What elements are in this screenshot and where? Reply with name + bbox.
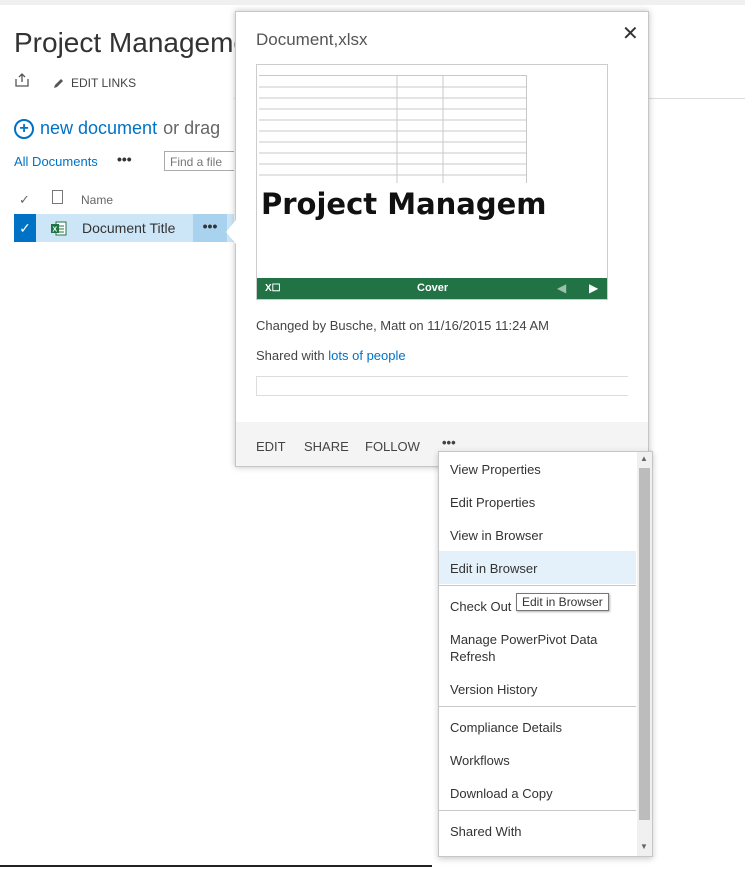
scrollbar-thumb[interactable] (639, 468, 650, 820)
menu-item-view-properties[interactable]: View Properties (439, 461, 636, 478)
menu-item-manage-powerpivot[interactable]: Manage PowerPivot Data Refresh (439, 631, 619, 665)
new-document-bar[interactable]: + new document or drag (14, 118, 220, 139)
svg-text:X: X (53, 227, 58, 234)
edit-links-button[interactable]: EDIT LINKS (52, 76, 136, 90)
pencil-icon (54, 78, 63, 88)
document-callout: Document,xlsx ✕ Project Managem X☐ Cover… (235, 11, 649, 467)
menu-separator (439, 585, 636, 586)
select-all-checkmark-icon[interactable]: ✓ (19, 192, 30, 208)
spreadsheet-grid (259, 75, 527, 183)
share-action[interactable]: SHARE (304, 439, 349, 454)
shared-with-link[interactable]: lots of people (328, 348, 405, 363)
scroll-down-icon[interactable]: ▼ (640, 842, 648, 851)
menu-item-shared-with[interactable]: Shared With (439, 823, 636, 840)
top-strip (0, 0, 745, 5)
follow-action[interactable]: FOLLOW (365, 439, 420, 454)
find-file-input[interactable]: Find a file (164, 151, 234, 171)
callout-title: Document,xlsx (256, 30, 368, 49)
menu-scrollbar[interactable]: ▲ ▼ (637, 452, 652, 856)
column-header-name[interactable]: Name (81, 193, 113, 207)
shared-with-prefix: Shared with (256, 348, 325, 363)
menu-item-version-history[interactable]: Version History (439, 681, 636, 698)
document-preview[interactable]: Project Managem X☐ Cover ◀ ▶ (256, 64, 608, 300)
context-menu: View Properties Edit Properties View in … (438, 451, 653, 857)
sheet-tab-bar: X☐ Cover ◀ ▶ (257, 278, 607, 299)
edit-action[interactable]: EDIT (256, 439, 286, 454)
next-sheet-icon[interactable]: ▶ (589, 281, 598, 295)
excel-file-icon: X (51, 221, 67, 236)
callout-pointer (226, 220, 236, 244)
bottom-border (0, 865, 432, 867)
menu-item-edit-in-browser[interactable]: Edit in Browser (439, 551, 636, 584)
new-document-link[interactable]: new document (40, 118, 157, 139)
previous-sheet-icon[interactable]: ◀ (557, 281, 566, 295)
menu-item-workflows[interactable]: Workflows (439, 752, 636, 769)
row-checkbox[interactable]: ✓ (14, 214, 36, 242)
plus-circle-icon: + (14, 118, 34, 139)
shared-with-text: Shared with lots of people (256, 348, 406, 363)
drag-hint: or drag (163, 118, 221, 138)
menu-item-edit-properties[interactable]: Edit Properties (439, 494, 636, 511)
table-row[interactable]: ✓ X Document Title ••• (14, 214, 234, 242)
close-icon[interactable]: ✕ (622, 21, 639, 46)
menu-item-compliance-details[interactable]: Compliance Details (439, 719, 636, 736)
preview-heading: Project Managem (261, 187, 547, 221)
menu-item-view-in-browser[interactable]: View in Browser (439, 527, 636, 544)
row-ellipsis-button[interactable]: ••• (193, 214, 227, 242)
view-all-documents[interactable]: All Documents (14, 154, 98, 169)
page-title: Project Manageme (14, 27, 250, 58)
scroll-up-icon[interactable]: ▲ (640, 454, 648, 463)
more-actions-button[interactable]: ••• (442, 435, 456, 450)
document-title-link[interactable]: Document Title (82, 220, 175, 236)
tooltip: Edit in Browser (516, 593, 609, 611)
menu-separator (439, 706, 636, 707)
document-type-icon (52, 190, 63, 204)
excel-logo-icon: X☐ (265, 283, 281, 294)
view-menu-ellipsis[interactable]: ••• (117, 151, 132, 167)
menu-separator (439, 810, 636, 811)
sheet-tab-cover[interactable]: Cover (417, 282, 448, 294)
url-field[interactable] (256, 376, 628, 396)
share-icon[interactable] (14, 72, 30, 88)
changed-by-text: Changed by Busche, Matt on 11/16/2015 11… (256, 318, 549, 333)
edit-links-label: EDIT LINKS (71, 76, 137, 90)
menu-item-download-copy[interactable]: Download a Copy (439, 785, 636, 802)
